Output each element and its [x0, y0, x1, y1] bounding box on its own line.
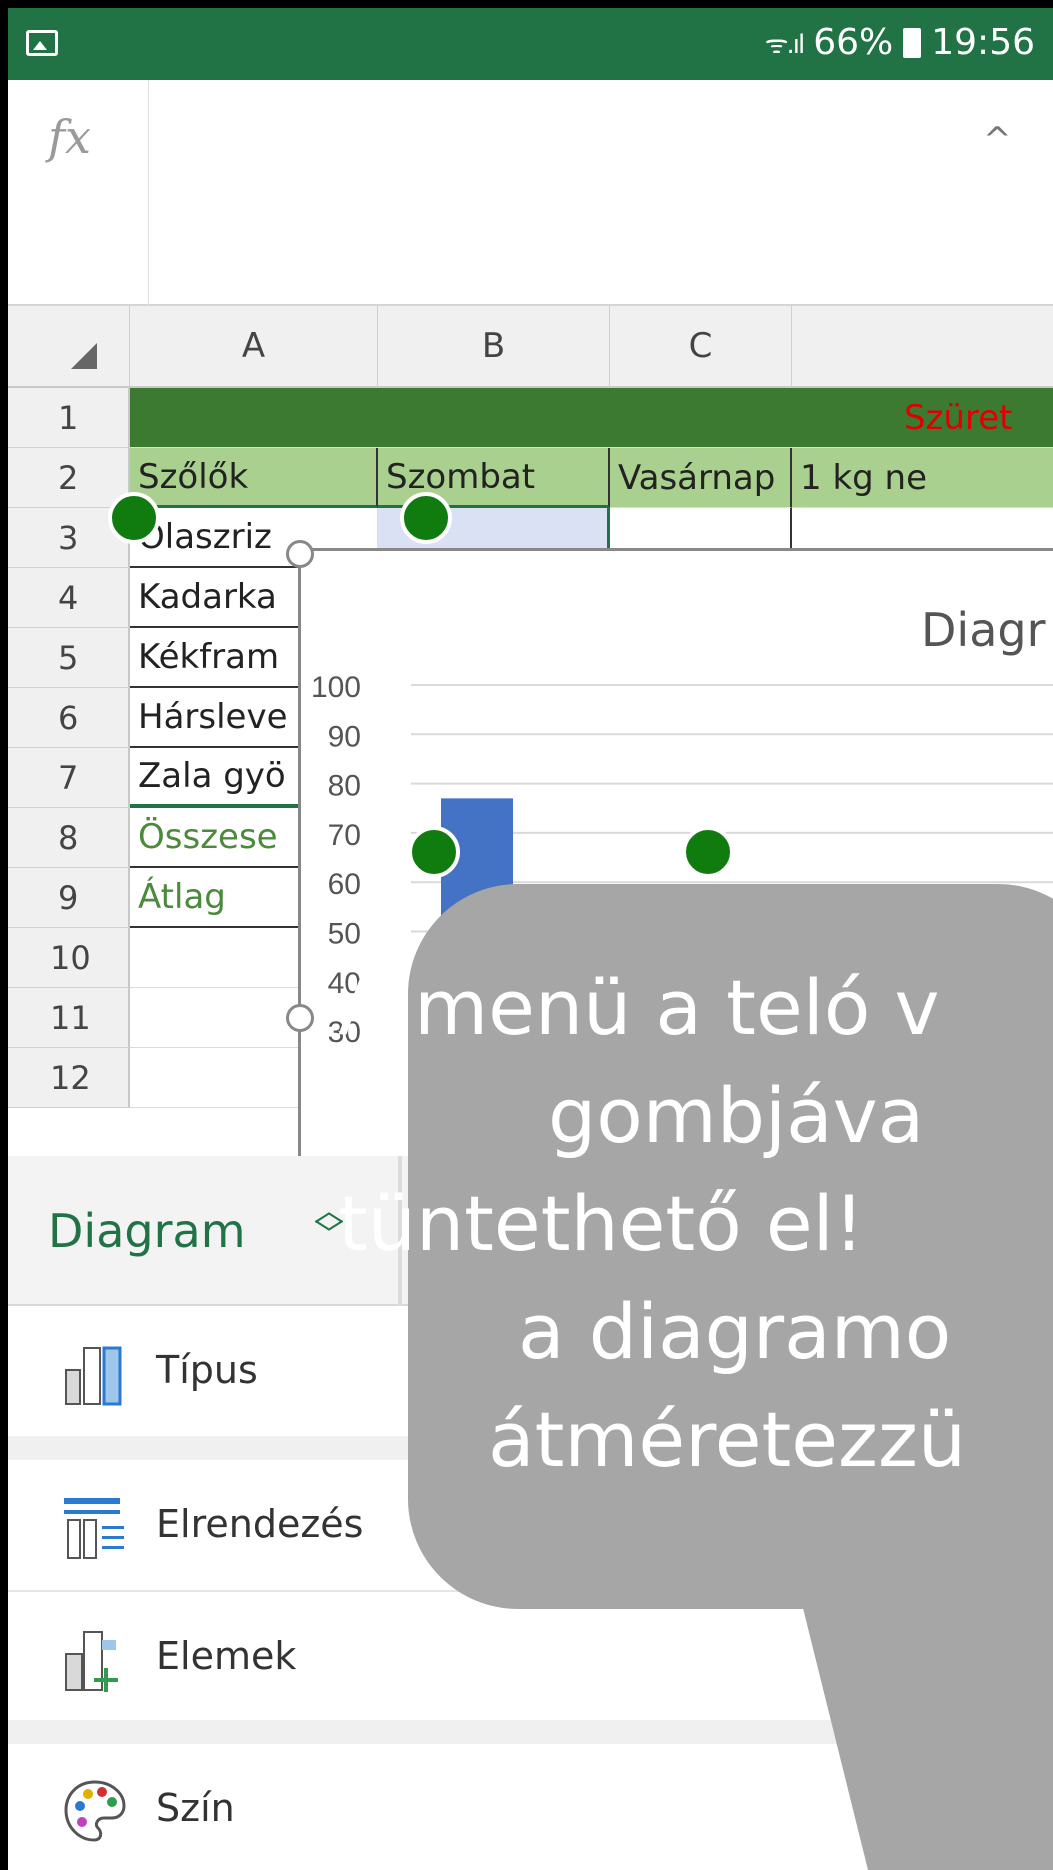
callout-line-4: a diagramo [518, 1286, 952, 1376]
callout-line-3: tüntethető el! [338, 1178, 865, 1268]
callout-text: A menü a teló v gombjáva tüntethető el! … [338, 954, 1053, 1494]
instruction-callout: A menü a teló v gombjáva tüntethető el! … [338, 884, 1053, 1609]
callout-line-2: gombjáva [548, 1070, 925, 1160]
callout-line-1: A menü a teló v [338, 963, 940, 1052]
callout-line-5: átméretezzü [488, 1394, 967, 1484]
app-screen: ᯤ.ıl 66% 19:56 fx ^ A B C 1 2 3 4 5 6 7 … [8, 8, 1053, 1870]
